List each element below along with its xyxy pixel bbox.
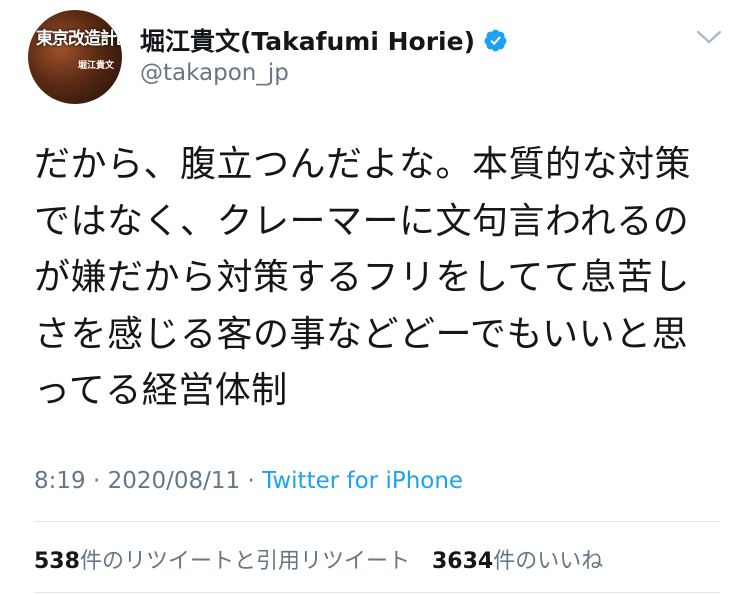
likes-label: 件のいいね (493, 549, 604, 574)
tweet-text-line: さを感じる客の事などどーでもいいと思 (34, 313, 689, 355)
avatar-book-author: 堀江貴文 (78, 61, 115, 71)
meta-separator: · (92, 468, 101, 494)
tweet-meta: 8:19 · 2020/08/11 · Twitter for iPhone (34, 468, 463, 494)
retweets-label: 件のリツイートと引用リツイート (79, 549, 410, 574)
avatar[interactable]: 東京改造計画 堀江貴文 (28, 10, 122, 104)
likes-count: 3634 (431, 549, 494, 574)
tweet-text-line: が嫌だから対策するフリをしてて息苦し (34, 257, 690, 298)
display-name[interactable]: 堀江貴文(Takafumi Horie) (140, 22, 508, 58)
chevron-down-icon[interactable] (696, 28, 722, 46)
divider (34, 592, 720, 593)
retweets-stat[interactable]: 538件のリツイートと引用リツイート (34, 549, 410, 574)
likes-stat[interactable]: 3634件のいいね (432, 549, 603, 574)
avatar-book-title: 東京改造計画 (36, 29, 122, 49)
tweet-source-link[interactable]: Twitter for iPhone (262, 468, 463, 494)
tweet-card: 東京改造計画 堀江貴文 堀江貴文(Takafumi Horie) @takapo… (0, 0, 750, 595)
tweet-text: だから、腹立つんだよな。本質的な対策 ではなく、クレーマーに文句言われるの が嫌… (34, 137, 724, 420)
tweet-stats: 538件のリツイートと引用リツイート 3634件のいいね (34, 543, 603, 575)
tweet-time[interactable]: 8:19 (34, 468, 86, 494)
retweets-count: 538 (34, 549, 80, 574)
display-name-text: 堀江貴文(Takafumi Horie) (140, 27, 475, 56)
tweet-text-line: ではなく、クレーマーに文句言われるの (34, 200, 690, 242)
divider (34, 521, 720, 522)
meta-separator: · (247, 468, 255, 494)
user-handle[interactable]: @takapon_jp (140, 60, 289, 86)
tweet-text-line: だから、腹立つんだよな。本質的な対策 (34, 144, 692, 185)
verified-badge-icon (484, 29, 507, 51)
tweet-date[interactable]: 2020/08/11 (108, 468, 241, 494)
tweet-text-line: ってる経営体制 (34, 370, 288, 411)
